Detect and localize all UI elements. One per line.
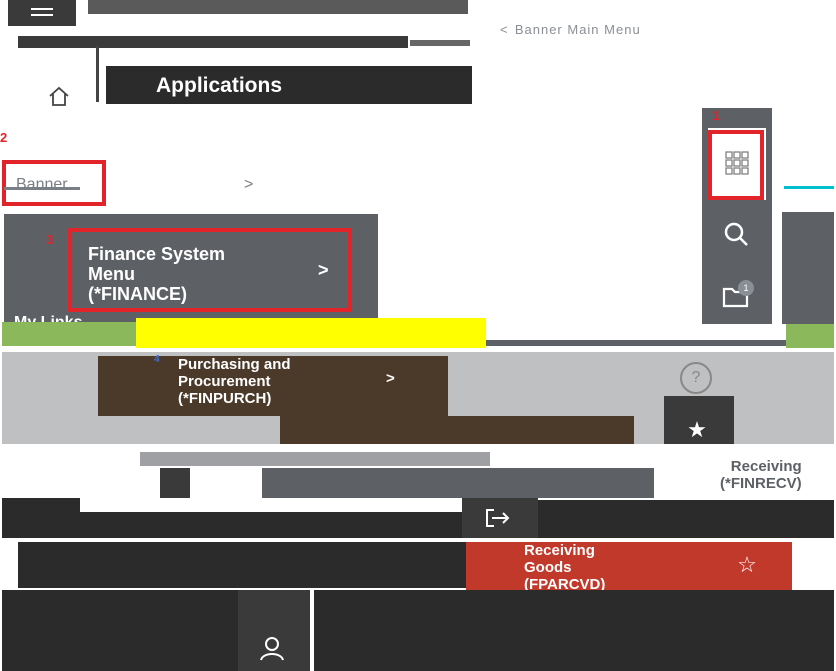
receiving-goods-item[interactable]: Receiving Goods (FPARCVD) ☆	[466, 542, 792, 593]
receiving-item-top	[280, 416, 634, 444]
purchasing-line3: (*FINPURCH)	[178, 390, 272, 407]
chevron-right-icon: >	[386, 370, 395, 387]
callout-3: 3	[46, 232, 54, 247]
hamburger-button[interactable]	[8, 0, 76, 26]
right-edge-panel	[782, 212, 834, 324]
help-icon[interactable]: ?	[680, 362, 712, 394]
banner-underline	[4, 187, 80, 190]
block-e	[538, 500, 834, 538]
receiving-label[interactable]: Receiving (*FINRECV)	[720, 458, 802, 492]
sidebar-border	[96, 46, 99, 102]
star-outline-icon[interactable]: ☆	[734, 552, 760, 578]
star-icon: ★	[687, 417, 707, 442]
block-c	[2, 498, 80, 538]
block-h	[314, 590, 834, 671]
green-edge	[786, 324, 834, 348]
banner-label: Banner	[16, 176, 68, 193]
header-divider	[410, 40, 470, 46]
receiving-header-fragment	[140, 452, 490, 466]
my-links-bar	[2, 322, 136, 346]
user-icon	[254, 632, 290, 664]
folder-badge: 1	[738, 280, 754, 296]
divider	[486, 340, 786, 346]
block-b	[262, 468, 654, 498]
chevron-right-icon[interactable]: >	[244, 176, 253, 194]
header-bar	[88, 0, 468, 14]
purchasing-label: Purchasing and Procurement (*FINPURCH)	[178, 356, 291, 407]
finance-system-menu-item[interactable]: Finance System Menu (*FINANCE) >	[68, 228, 352, 312]
purchasing-line2: Procurement	[178, 373, 271, 390]
callout-1: 1	[712, 108, 720, 123]
receiving-goods-line2: Goods	[524, 559, 572, 576]
finance-line1: Finance System	[88, 244, 226, 264]
sign-out-icon	[480, 504, 516, 532]
purchasing-item[interactable]: 4 Purchasing and Procurement (*FINPURCH)…	[98, 354, 448, 416]
search-icon[interactable]	[716, 214, 756, 254]
banner-item-highlight[interactable]: Banner	[2, 160, 106, 206]
chevron-left-icon: <	[500, 22, 515, 37]
back-link[interactable]: < Banner Main Menu	[500, 22, 740, 40]
hamburger-icon	[28, 6, 56, 20]
highlight-bar	[136, 318, 486, 348]
grid-icon	[722, 148, 752, 178]
chevron-right-icon: >	[318, 260, 329, 280]
receiving-goods-line1: Receiving	[524, 542, 595, 559]
applications-title: Applications	[156, 74, 283, 97]
receiving-line1: Receiving	[730, 458, 802, 475]
block-g	[2, 590, 238, 671]
receiving-goods-label: Receiving Goods (FPARCVD)	[524, 542, 605, 593]
finance-line3: (*FINANCE)	[88, 284, 187, 304]
block-a	[160, 468, 190, 498]
purchasing-line1: Purchasing and	[178, 356, 291, 373]
finance-label: Finance System Menu (*FINANCE)	[88, 244, 225, 304]
home-icon[interactable]	[44, 84, 74, 108]
applications-header: Applications	[106, 66, 472, 104]
sign-out-button[interactable]	[462, 498, 538, 538]
receiving-line3: (*FINRECV)	[720, 475, 802, 492]
favorites-button[interactable]: ★	[664, 396, 734, 444]
grid-button[interactable]	[708, 130, 764, 200]
block-d	[80, 512, 462, 538]
finance-line2: Menu	[88, 264, 135, 284]
callout-2: 2	[0, 130, 8, 145]
accent-line	[784, 186, 834, 189]
callout-4: 4	[154, 354, 160, 365]
header-bar-lower	[18, 36, 408, 48]
user-button[interactable]	[238, 590, 310, 671]
block-f	[18, 542, 466, 588]
